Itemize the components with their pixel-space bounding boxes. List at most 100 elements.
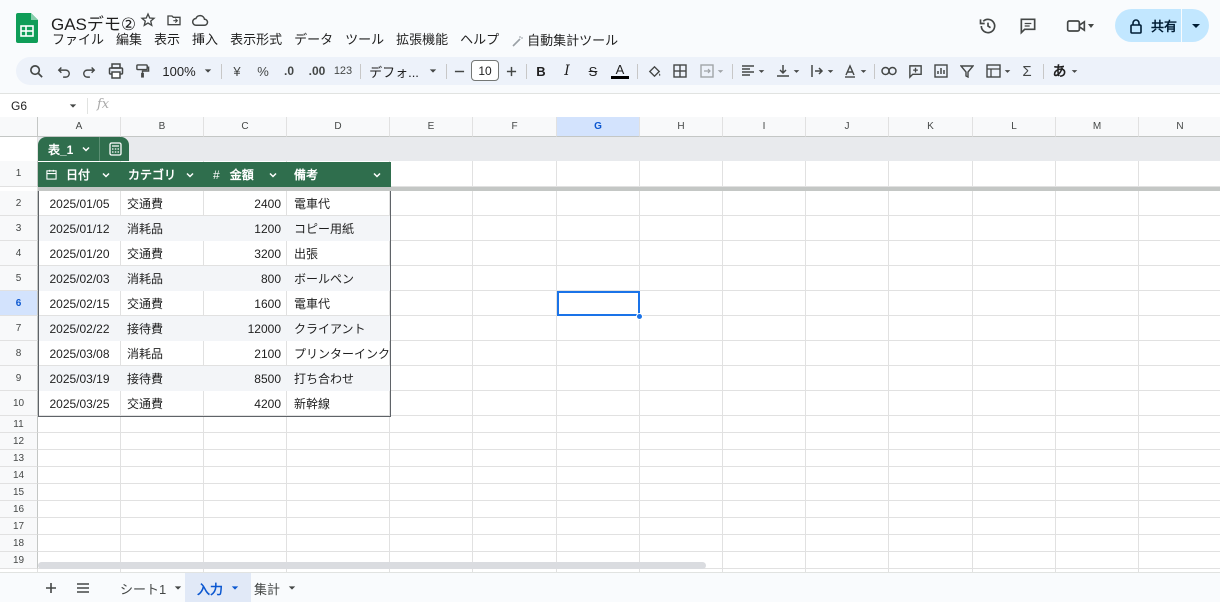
fill-color-icon[interactable] — [644, 57, 664, 85]
row-header-6[interactable]: 6 — [0, 291, 38, 316]
row-header-8[interactable]: 8 — [0, 341, 38, 366]
column-header-i[interactable]: I — [723, 117, 806, 137]
chevron-down-icon[interactable] — [185, 170, 195, 180]
row-header-10[interactable]: 10 — [0, 391, 38, 416]
sheets-logo-icon[interactable] — [16, 13, 38, 43]
table-column-date[interactable]: 日付 — [46, 162, 90, 187]
select-all-corner[interactable] — [0, 117, 38, 137]
print-icon[interactable] — [105, 57, 127, 85]
version-history-icon[interactable] — [976, 14, 1000, 38]
row-header-2[interactable]: 2 — [0, 191, 38, 216]
spreadsheet-grid[interactable]: ABCDEFGHIJKLMN 1 2 3 4 5 6 7 8 9 10 11 12 13 14 15 16 17… — [0, 117, 1220, 572]
increase-decimal-button[interactable]: .00 — [304, 57, 330, 85]
column-header-n[interactable]: N — [1139, 117, 1220, 137]
share-main[interactable]: 共有 — [1115, 9, 1181, 42]
column-header-m[interactable]: M — [1056, 117, 1139, 137]
star-icon[interactable] — [139, 11, 157, 29]
currency-format-button[interactable]: ¥ — [228, 57, 246, 85]
merge-cells-icon[interactable] — [697, 57, 727, 85]
column-header-j[interactable]: J — [806, 117, 889, 137]
row-header-13[interactable]: 13 — [0, 450, 38, 467]
paint-format-icon[interactable] — [131, 57, 153, 85]
horizontal-scrollbar[interactable] — [38, 562, 706, 569]
name-box-caret-icon[interactable] — [69, 102, 77, 110]
table-name-chip[interactable]: 表_1 — [38, 137, 129, 161]
cloud-saved-icon[interactable] — [191, 11, 209, 29]
column-header-k[interactable]: K — [889, 117, 973, 137]
row-header-4[interactable]: 4 — [0, 241, 38, 266]
insert-comment-icon[interactable] — [904, 57, 926, 85]
column-header-l[interactable]: L — [973, 117, 1056, 137]
decrease-decimal-button[interactable]: .0 — [278, 57, 300, 85]
borders-icon[interactable] — [670, 57, 690, 85]
all-sheets-menu-icon[interactable] — [74, 579, 92, 597]
row-header-11[interactable]: 11 — [0, 416, 38, 433]
input-tools-button[interactable]: あ — [1049, 57, 1081, 85]
horizontal-align-icon[interactable] — [738, 57, 768, 85]
number-format-button[interactable]: 123 — [332, 57, 354, 85]
row-header-1[interactable]: 1 — [0, 161, 38, 187]
column-header-h[interactable]: H — [640, 117, 723, 137]
chevron-down-icon[interactable] — [268, 170, 278, 180]
table-column-amount[interactable]: # 金額 — [213, 162, 254, 187]
meet-button[interactable] — [1061, 14, 1101, 38]
strikethrough-button[interactable]: S — [585, 57, 601, 85]
add-sheet-icon[interactable] — [42, 579, 60, 597]
menu-help[interactable]: ヘルプ — [454, 31, 505, 51]
name-box[interactable]: G6 — [11, 99, 27, 113]
font-size-input[interactable]: 10 — [471, 60, 499, 81]
fill-handle[interactable] — [636, 313, 643, 320]
row-header-17[interactable]: 17 — [0, 518, 38, 535]
insert-link-icon[interactable] — [878, 57, 900, 85]
menu-view[interactable]: 表示 — [148, 31, 186, 51]
bold-button[interactable]: B — [533, 57, 549, 85]
selected-cell-g6[interactable] — [557, 291, 640, 316]
menu-tools[interactable]: ツール — [339, 31, 390, 51]
row-header-3[interactable]: 3 — [0, 216, 38, 241]
menu-insert[interactable]: 挿入 — [186, 31, 224, 51]
row-header-15[interactable]: 15 — [0, 484, 38, 501]
column-header-e[interactable]: E — [390, 117, 473, 137]
row-header-16[interactable]: 16 — [0, 501, 38, 518]
column-header-c[interactable]: C — [204, 117, 287, 137]
comments-icon[interactable] — [1016, 14, 1040, 38]
increase-font-size-icon[interactable] — [504, 57, 518, 85]
menu-data[interactable]: データ — [288, 31, 339, 51]
table-calculator-icon[interactable] — [109, 142, 123, 156]
row-header-12[interactable]: 12 — [0, 433, 38, 450]
share-options-button[interactable] — [1182, 21, 1209, 31]
text-wrapping-icon[interactable] — [807, 57, 837, 85]
vertical-align-icon[interactable] — [773, 57, 803, 85]
insert-chart-icon[interactable] — [930, 57, 952, 85]
row-header-7[interactable]: 7 — [0, 316, 38, 341]
filter-icon[interactable] — [956, 57, 978, 85]
column-header-f[interactable]: F — [473, 117, 557, 137]
font-select[interactable]: デフォ... — [368, 57, 438, 85]
filter-views-icon[interactable] — [982, 57, 1014, 85]
menu-edit[interactable]: 編集 — [110, 31, 148, 51]
text-color-button[interactable]: A — [609, 57, 631, 85]
move-folder-icon[interactable] — [165, 11, 183, 29]
sheet-tab-3[interactable]: 集計 — [242, 573, 308, 602]
menu-custom-tool[interactable]: 自動集計ツール — [505, 31, 624, 51]
sheet-tab-1[interactable]: シート1 — [108, 573, 194, 602]
row-header-14[interactable]: 14 — [0, 467, 38, 484]
zoom-select[interactable]: 100% — [158, 57, 216, 85]
decrease-font-size-icon[interactable] — [452, 57, 466, 85]
menu-file[interactable]: ファイル — [46, 31, 110, 51]
menu-format[interactable]: 表示形式 — [224, 31, 288, 51]
menu-extensions[interactable]: 拡張機能 — [390, 31, 454, 51]
italic-button[interactable]: I — [559, 57, 575, 85]
undo-icon[interactable] — [54, 57, 74, 85]
table-column-notes[interactable]: 備考 — [294, 162, 318, 187]
search-menus-icon[interactable] — [24, 57, 48, 85]
row-header-19[interactable]: 19 — [0, 552, 38, 569]
row-header-5[interactable]: 5 — [0, 266, 38, 291]
chevron-down-icon[interactable] — [372, 170, 382, 180]
column-header-g[interactable]: G — [557, 117, 640, 137]
chevron-down-icon[interactable] — [101, 170, 111, 180]
column-header-b[interactable]: B — [121, 117, 204, 137]
table-column-category[interactable]: カテゴリ — [128, 162, 176, 187]
percent-format-button[interactable]: % — [254, 57, 272, 85]
functions-sigma-icon[interactable]: Σ — [1018, 57, 1036, 85]
